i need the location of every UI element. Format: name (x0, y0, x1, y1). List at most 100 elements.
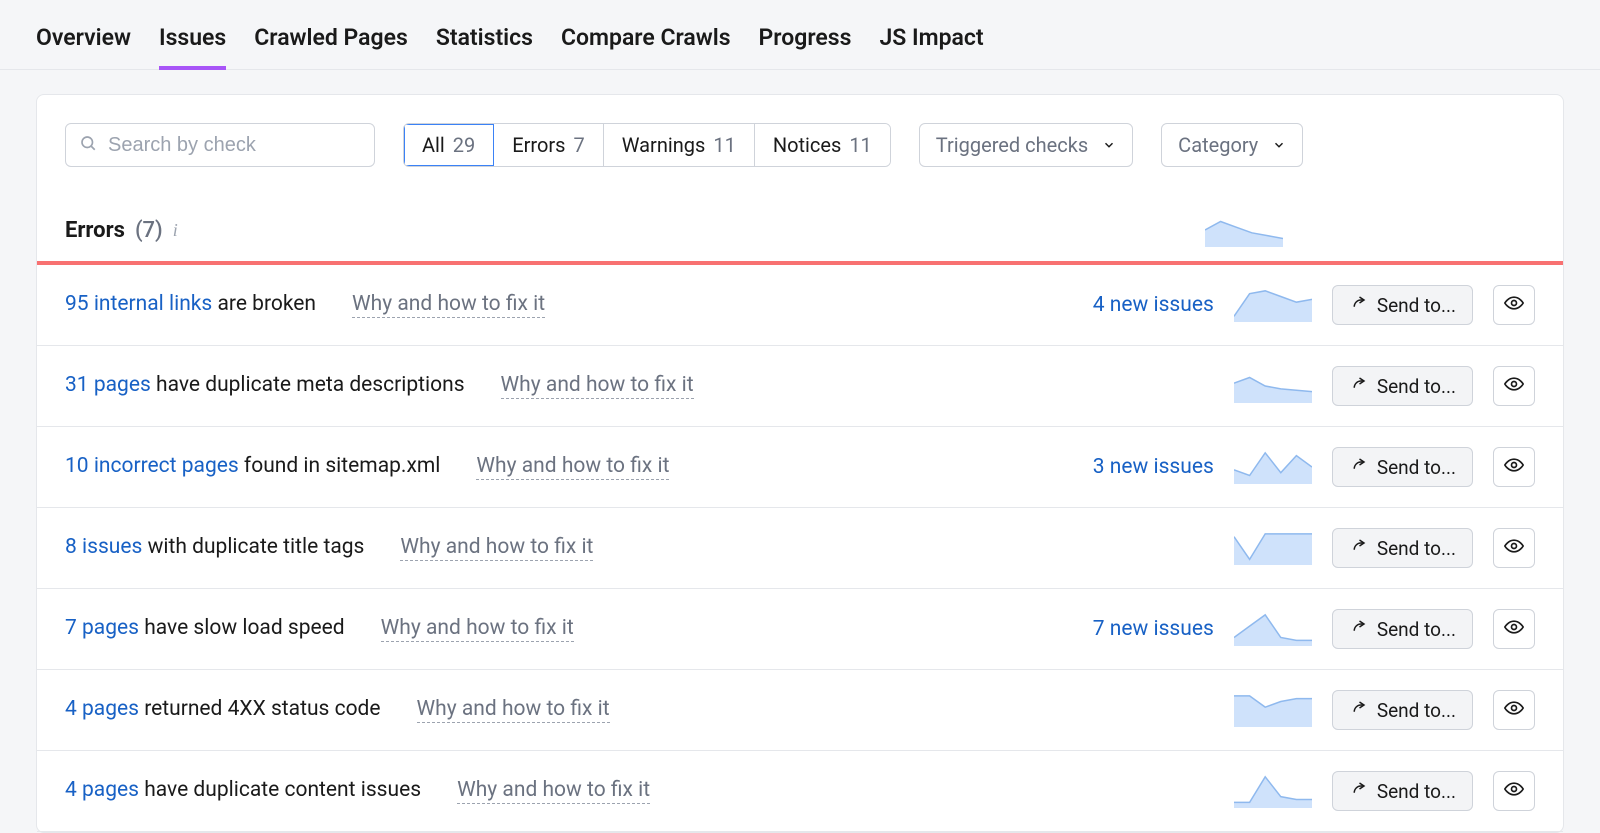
filters-row: All 29 Errors 7 Warnings 11 Notices 11 T… (37, 95, 1563, 195)
why-and-how-link[interactable]: Why and how to fix it (501, 373, 694, 399)
issue-main: 4 pages have duplicate content issues (65, 778, 421, 802)
tab-js-impact[interactable]: JS Impact (879, 24, 983, 69)
new-issues-link[interactable]: 3 new issues (1064, 455, 1214, 479)
issue-desc: with duplicate title tags (142, 535, 364, 559)
send-to-button[interactable]: Send to... (1332, 285, 1473, 325)
tab-issues[interactable]: Issues (159, 24, 226, 69)
issue-link[interactable]: 4 pages (65, 778, 139, 802)
issue-desc: found in sitemap.xml (239, 454, 441, 478)
filter-warnings[interactable]: Warnings 11 (604, 124, 755, 166)
search-icon (79, 134, 97, 156)
info-icon[interactable]: i (173, 220, 178, 241)
eye-icon (1504, 617, 1524, 641)
issue-sparkline[interactable] (1234, 693, 1312, 727)
issue-sparkline[interactable] (1234, 774, 1312, 808)
triggered-checks-dropdown[interactable]: Triggered checks (919, 123, 1133, 167)
new-issues-link[interactable]: 4 new issues (1064, 293, 1214, 317)
issue-row: 31 pages have duplicate meta description… (37, 346, 1563, 427)
issue-link[interactable]: 4 pages (65, 697, 139, 721)
send-to-button[interactable]: Send to... (1332, 771, 1473, 811)
tab-statistics[interactable]: Statistics (436, 24, 533, 69)
tab-progress[interactable]: Progress (759, 24, 852, 69)
eye-icon (1504, 779, 1524, 803)
issue-text: 8 issues with duplicate title tags Why an… (65, 535, 1044, 561)
issues-card: All 29 Errors 7 Warnings 11 Notices 11 T… (36, 94, 1564, 833)
issue-main: 8 issues with duplicate title tags (65, 535, 364, 559)
section-title: Errors (65, 218, 125, 243)
issue-link[interactable]: 8 issues (65, 535, 142, 559)
issue-sparkline[interactable] (1234, 450, 1312, 484)
send-to-button[interactable]: Send to... (1332, 609, 1473, 649)
issue-desc: have slow load speed (139, 616, 345, 640)
issue-main: 95 internal links are broken (65, 292, 316, 316)
issue-row: 8 issues with duplicate title tags Why an… (37, 508, 1563, 589)
issue-sparkline[interactable] (1234, 612, 1312, 646)
issue-text: 4 pages have duplicate content issues Why… (65, 778, 1044, 804)
search-input[interactable] (65, 123, 375, 167)
issue-sparkline[interactable] (1234, 288, 1312, 322)
send-to-label: Send to... (1377, 699, 1456, 722)
issue-text: 4 pages returned 4XX status codeWhy and … (65, 697, 1044, 723)
chevron-down-icon (1272, 133, 1286, 157)
issue-link[interactable]: 31 pages (65, 373, 151, 397)
issues-list: 95 internal links are broken Why and how … (37, 265, 1563, 832)
filter-errors-label: Errors (512, 133, 565, 157)
send-to-label: Send to... (1377, 780, 1456, 803)
errors-section-header: Errors (7) i (37, 195, 1563, 261)
why-and-how-link[interactable]: Why and how to fix it (352, 292, 545, 318)
send-to-label: Send to... (1377, 618, 1456, 641)
filter-notices-count: 11 (849, 133, 871, 157)
send-to-label: Send to... (1377, 294, 1456, 317)
top-nav: Overview Issues Crawled Pages Statistics… (0, 0, 1600, 70)
filter-errors-count: 7 (574, 133, 585, 157)
send-to-button[interactable]: Send to... (1332, 447, 1473, 487)
view-button[interactable] (1493, 528, 1535, 568)
arrow-share-icon (1349, 780, 1367, 803)
tab-overview[interactable]: Overview (36, 24, 131, 69)
why-and-how-link[interactable]: Why and how to fix it (381, 616, 574, 642)
category-dropdown[interactable]: Category (1161, 123, 1303, 167)
issue-sparkline[interactable] (1234, 531, 1312, 565)
severity-filter: All 29 Errors 7 Warnings 11 Notices 11 (403, 123, 891, 167)
issue-link[interactable]: 10 incorrect pages (65, 454, 239, 478)
send-to-button[interactable]: Send to... (1332, 366, 1473, 406)
why-and-how-link[interactable]: Why and how to fix it (476, 454, 669, 480)
section-count: (7) (135, 218, 163, 243)
view-button[interactable] (1493, 771, 1535, 811)
issue-text: 95 internal links are broken Why and how … (65, 292, 1044, 318)
why-and-how-link[interactable]: Why and how to fix it (400, 535, 593, 561)
new-issues-link[interactable]: 7 new issues (1064, 617, 1214, 641)
view-button[interactable] (1493, 609, 1535, 649)
why-and-how-link[interactable]: Why and how to fix it (457, 778, 650, 804)
tab-crawled-pages[interactable]: Crawled Pages (254, 24, 408, 69)
why-and-how-link[interactable]: Why and how to fix it (417, 697, 610, 723)
chevron-down-icon (1102, 133, 1116, 157)
filter-all[interactable]: All 29 (404, 124, 494, 166)
issue-text: 7 pages have slow load speed Why and how … (65, 616, 1044, 642)
eye-icon (1504, 455, 1524, 479)
issue-sparkline[interactable] (1234, 369, 1312, 403)
send-to-button[interactable]: Send to... (1332, 528, 1473, 568)
send-to-button[interactable]: Send to... (1332, 690, 1473, 730)
search-wrap (65, 123, 375, 167)
view-button[interactable] (1493, 366, 1535, 406)
arrow-share-icon (1349, 456, 1367, 479)
issue-desc: are broken (212, 292, 316, 316)
filter-errors[interactable]: Errors 7 (494, 124, 603, 166)
issue-desc: have duplicate meta descriptions (151, 373, 465, 397)
issue-link[interactable]: 7 pages (65, 616, 139, 640)
issue-row: 4 pages returned 4XX status codeWhy and … (37, 670, 1563, 751)
arrow-share-icon (1349, 375, 1367, 398)
eye-icon (1504, 374, 1524, 398)
issue-text: 10 incorrect pages found in sitemap.xml W… (65, 454, 1044, 480)
view-button[interactable] (1493, 447, 1535, 487)
filter-all-count: 29 (453, 133, 475, 157)
filter-notices[interactable]: Notices 11 (755, 124, 890, 166)
issue-link[interactable]: 95 internal links (65, 292, 212, 316)
tab-compare-crawls[interactable]: Compare Crawls (561, 24, 731, 69)
issue-row: 4 pages have duplicate content issues Why… (37, 751, 1563, 832)
view-button[interactable] (1493, 690, 1535, 730)
view-button[interactable] (1493, 285, 1535, 325)
send-to-label: Send to... (1377, 375, 1456, 398)
section-sparkline[interactable] (1205, 213, 1283, 247)
